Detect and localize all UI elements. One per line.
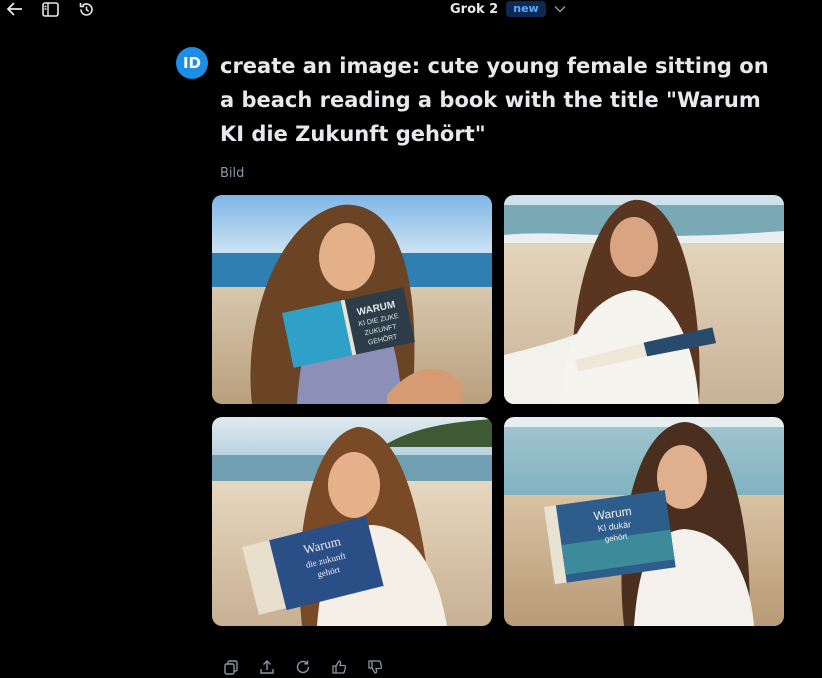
generated-image-1[interactable]: WARUM KI DIE ZUKE ZUKUNFT GEHÖRT <box>212 195 492 404</box>
image-grid: WARUM KI DIE ZUKE ZUKUNFT GEHÖRT Warum d… <box>212 195 784 626</box>
thumbs-down-icon[interactable] <box>364 657 386 677</box>
sidebar-toggle-icon[interactable] <box>40 0 60 18</box>
top-bar: Grok 2 new <box>0 0 822 20</box>
model-selector[interactable]: Grok 2 new <box>450 0 566 18</box>
prompt-text: create an image: cute young female sitti… <box>220 54 769 146</box>
history-icon[interactable] <box>76 0 96 18</box>
share-icon[interactable] <box>256 657 278 677</box>
generated-image-4[interactable]: Warum KI dukär gehört <box>504 417 784 626</box>
copy-icon[interactable] <box>220 657 242 677</box>
generated-image-3[interactable]: Warum die zukunft gehört <box>212 417 492 626</box>
generated-image-2[interactable] <box>504 195 784 404</box>
chevron-down-icon[interactable] <box>554 5 566 13</box>
result-type-label: Bild <box>220 166 245 181</box>
thumbs-up-icon[interactable] <box>328 657 350 677</box>
model-name: Grok 2 <box>450 1 499 17</box>
regenerate-icon[interactable] <box>292 657 314 677</box>
message-actions <box>220 657 386 677</box>
new-badge: new <box>506 1 546 17</box>
back-arrow-icon[interactable] <box>5 0 25 18</box>
user-avatar: ID <box>176 47 208 79</box>
